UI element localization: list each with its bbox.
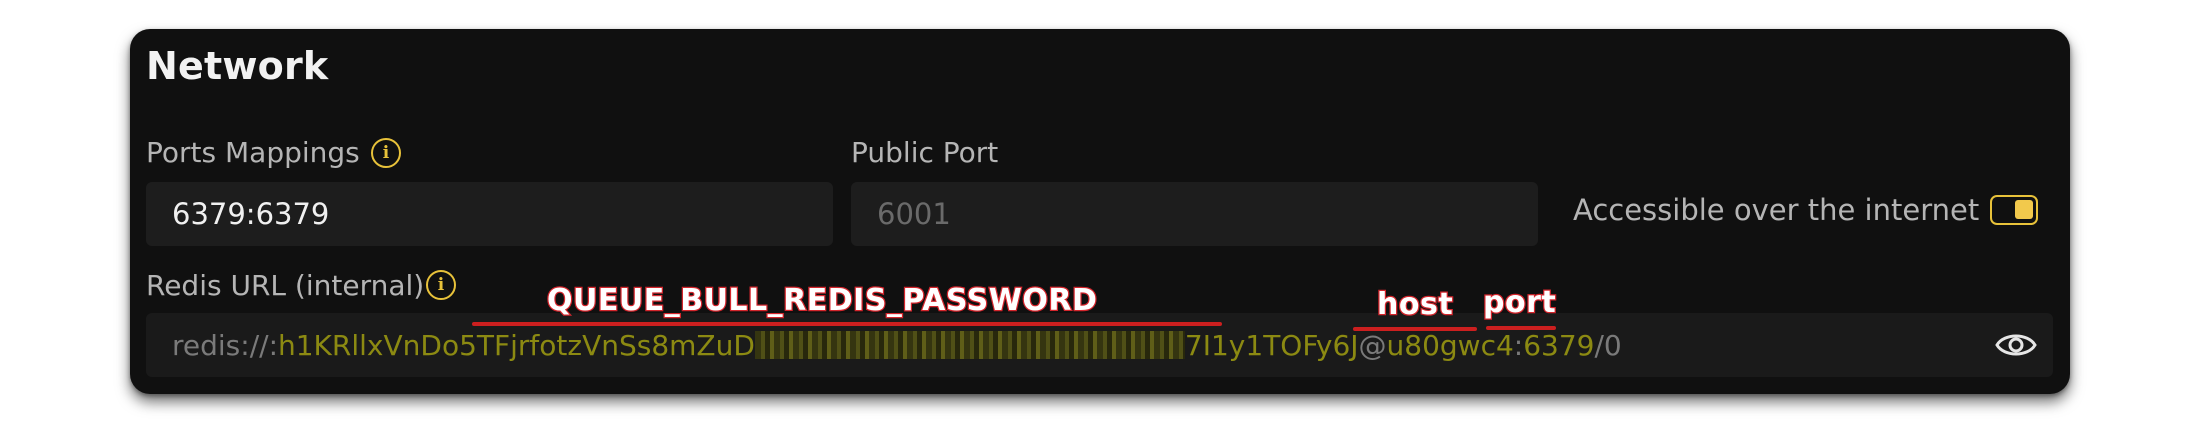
toggle-knob [2015,200,2033,219]
annotation-host: host [1376,286,1454,324]
accessible-toggle[interactable] [1990,195,2038,225]
ports-mappings-info-icon[interactable]: i [371,138,401,168]
redis-url-info-icon[interactable]: i [426,270,456,300]
public-port-placeholder: 6001 [877,197,951,231]
url-scheme: redis://: [172,328,278,362]
url-port: 6379 [1523,328,1595,362]
redis-url-label: Redis URL (internal) [146,269,425,302]
accessible-label: Accessible over the internet [1573,193,1980,227]
ports-mappings-label: Ports Mappings [146,136,360,169]
ports-mappings-input[interactable]: 6379:6379 [146,182,833,246]
url-db-path: /0 [1594,328,1622,362]
annotation-host-underline [1353,327,1477,331]
section-title: Network [146,44,329,88]
ports-mappings-value: 6379:6379 [172,197,330,231]
redacted-block [754,331,1185,359]
annotation-port: port [1482,284,1557,322]
annotation-password: QUEUE_BULL_REDIS_PASSWORD [546,282,1098,320]
url-password-start: h1KRllxVnDo5TFjrfotzVnSs8mZuD [278,328,755,362]
public-port-input[interactable]: 6001 [851,182,1538,246]
url-at: @ [1358,328,1387,362]
url-colon: : [1513,328,1524,362]
url-host: u80gwc4 [1386,328,1514,362]
url-password-end: 7I1y1TOFy6J [1184,328,1359,362]
annotation-password-underline [472,322,1222,326]
annotation-port-underline [1486,326,1556,330]
eye-icon[interactable] [1995,329,2037,361]
public-port-label: Public Port [851,136,999,169]
